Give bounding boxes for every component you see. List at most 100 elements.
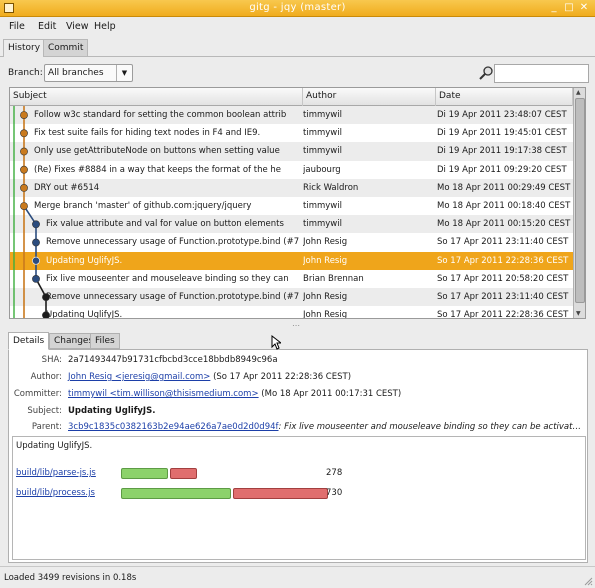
tab-history[interactable]: History [3,39,46,57]
commit-node [32,220,40,229]
commit-author: John Resig [303,237,348,248]
commit-subject: Updating UglifyJS. [46,310,123,319]
chevron-down-icon[interactable]: ▼ [116,65,132,81]
commit-row[interactable]: Remove unnecessary usage of Function.pro… [10,288,573,307]
commit-author: timmywil [303,110,342,120]
commit-graph [13,106,50,318]
search-input[interactable] [494,64,589,83]
commit-node [32,238,40,247]
committer-link[interactable]: timmywil <tim.willison@thisismedium.com> [68,389,259,399]
sha-value: 2a71493447b91731cfbcbd3cce18bbdb8949c96a [68,355,278,365]
commit-subject: (Re) Fixes #8884 in a way that keeps the… [34,164,282,175]
commit-row[interactable]: Remove unnecessary usage of Function.pro… [10,233,573,251]
commit-date: Mo 18 Apr 2011 00:29:49 CEST [437,182,571,193]
deletions-bar [233,488,328,499]
commit-row[interactable]: Fix live mouseenter and mouseleave bindi… [10,270,573,288]
close-icon[interactable]: ✕ [578,2,590,14]
commit-author: timmywil [303,146,342,157]
commit-date: Di 19 Apr 2011 23:48:07 CEST [437,110,567,120]
menu-help[interactable]: Help [94,21,116,32]
author-value: John Resig <jeresig@gmail.com> (So 17 Ap… [68,372,351,382]
column-subject[interactable]: Subject [10,88,303,106]
commit-list[interactable]: Subject Author Date Follow w3c standard … [9,87,586,319]
search-icon[interactable] [478,65,494,81]
commit-author: timmywil [303,219,342,230]
menu-bar: File Edit View Help [0,17,595,37]
subject-value: Updating UglifyJS. [68,406,156,416]
author-date: (So 17 Apr 2011 22:28:36 CEST) [213,372,352,382]
window-title: gitg - jqy (master) [249,2,346,13]
commit-node [32,256,40,265]
commit-date: So 17 Apr 2011 20:58:20 CEST [437,273,569,284]
pane-resize-handle[interactable]: ⋯ [292,321,301,330]
commit-row[interactable]: Merge branch 'master' of github.com:jque… [10,197,573,215]
commit-row[interactable]: Only use getAttributeNode on buttons whe… [10,142,573,161]
commit-node [20,202,28,210]
change-count: 278 [326,468,343,478]
column-author[interactable]: Author [303,88,436,106]
menu-edit[interactable]: Edit [38,21,56,32]
commit-subject: DRY out #6514 [34,182,100,193]
committer-label: Committer: [13,389,62,399]
menu-view[interactable]: View [66,21,89,32]
scrollbar-thumb[interactable] [575,98,585,303]
committer-value: timmywil <tim.willison@thisismedium.com>… [68,389,401,399]
commit-author: timmywil [303,201,342,211]
status-text: Loaded 3499 revisions in 0.18s [4,573,137,583]
commit-row[interactable]: Updating UglifyJS. John Resig So 17 Apr 20… [10,306,573,319]
parent-link[interactable]: 3cb9c1835c0382163b2e94ae626a7ae0d2d0d94f [68,422,279,432]
author-label: Author: [30,372,62,382]
commit-node [20,165,28,174]
commit-row[interactable]: (Re) Fixes #8884 in a way that keeps the… [10,161,573,179]
commit-date: So 17 Apr 2011 22:28:36 CEST [437,310,569,319]
commit-author: John Resig [303,255,348,266]
branch-select-value: All branches [48,68,104,78]
commit-subject: Only use getAttributeNode on buttons whe… [34,146,280,157]
commit-node [20,184,28,192]
commit-node [42,311,50,318]
status-bar: Loaded 3499 revisions in 0.18s [0,566,595,588]
commit-row[interactable]: Fix value attribute and val for value on… [10,215,573,234]
commit-date: Di 19 Apr 2011 09:29:20 CEST [437,164,567,175]
commit-list-header: Subject Author Date [10,88,573,106]
scroll-up-icon[interactable]: ▲ [576,89,581,96]
parent-message: : Fix live mouseenter and mouseleave bin… [278,422,581,432]
title-bar: gitg - jqy (master) _ □ ✕ [0,0,595,17]
commit-row[interactable]: Follow w3c standard for setting the comm… [10,106,573,125]
subject-label: Subject: [27,406,62,416]
column-date[interactable]: Date [436,88,573,106]
additions-bar [121,488,231,499]
commit-row[interactable]: DRY out #6514 Rick Waldron Mo 18 Apr 2011 … [10,178,573,197]
file-row: build/lib/parse-js.js 278 [16,468,576,480]
commit-author: Brian Brennan [303,273,364,284]
tab-commit[interactable]: Commit [43,39,89,57]
resize-grip-icon[interactable] [583,576,593,586]
view-tabs: History Commit [0,37,595,57]
minimize-icon[interactable]: _ [548,2,560,14]
author-link[interactable]: John Resig <jeresig@gmail.com> [68,372,210,382]
commit-row[interactable]: Fix test suite fails for hiding text nod… [10,124,573,142]
mouse-cursor-icon [271,335,281,350]
file-link[interactable]: build/lib/process.js [16,488,95,498]
commit-author: Rick Waldron [303,182,359,193]
commit-subject: Follow w3c standard for setting the comm… [34,110,287,120]
file-link[interactable]: build/lib/parse-js.js [16,468,96,478]
commit-subject: Merge branch 'master' of github.com:jque… [34,201,252,211]
scroll-down-icon[interactable]: ▼ [576,310,581,317]
commit-message-box: Updating UglifyJS. build/lib/parse-js.js… [12,436,586,560]
tab-files[interactable]: Files [90,333,120,349]
branch-select[interactable]: All branches ▼ [44,64,133,82]
change-count: 730 [326,488,343,498]
commit-date: Di 19 Apr 2011 19:17:38 CEST [437,146,567,157]
commit-row[interactable]: Updating UglifyJS. John Resig So 17 Apr 20… [10,251,573,270]
details-pane: SHA: 2a71493447b91731cfbcbd3cce18bbdb894… [8,350,588,563]
vertical-scrollbar[interactable]: ▲ ▼ [573,88,585,318]
sha-label: SHA: [41,355,62,365]
commit-node [20,129,28,138]
tab-details[interactable]: Details [8,332,50,350]
maximize-icon[interactable]: □ [563,2,575,14]
commit-date: So 17 Apr 2011 23:11:40 CEST [437,292,569,302]
branch-toolbar: Branch: All branches ▼ [0,62,595,86]
additions-bar [121,468,168,479]
menu-file[interactable]: File [9,21,25,32]
